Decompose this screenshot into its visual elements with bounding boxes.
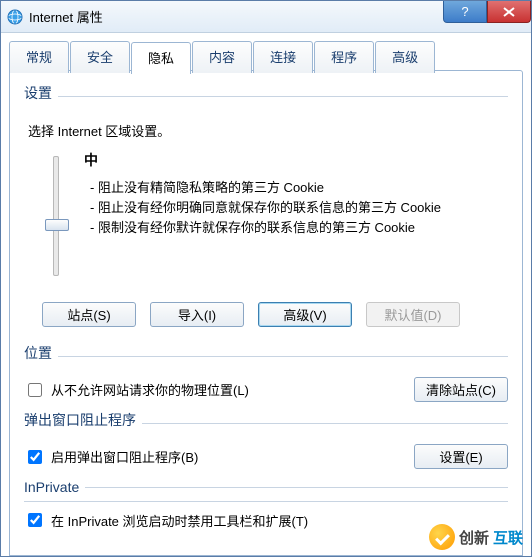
- enable-popup-blocker-checkbox[interactable]: [28, 450, 42, 464]
- location-heading: 位置: [24, 343, 52, 363]
- tab-general[interactable]: 常规: [9, 41, 69, 73]
- watermark-text-1: 创新: [459, 527, 489, 548]
- popup-settings-button[interactable]: 设置(E): [414, 444, 508, 469]
- tab-strip: 常规 安全 隐私 内容 连接 程序 高级: [9, 41, 523, 73]
- enable-popup-blocker-label[interactable]: 启用弹出窗口阻止程序(B): [24, 447, 198, 467]
- privacy-level-label: 中: [84, 150, 508, 170]
- slider-track: [53, 156, 59, 276]
- tab-advanced[interactable]: 高级: [375, 41, 435, 73]
- settings-button-row: 站点(S) 导入(I) 高级(V) 默认值(D): [42, 302, 508, 327]
- watermark: 创新互联: [429, 524, 523, 550]
- slider-thumb[interactable]: [45, 219, 69, 231]
- clear-sites-button[interactable]: 清除站点(C): [414, 377, 508, 402]
- never-allow-location-checkbox[interactable]: [28, 383, 42, 397]
- settings-section-head: 设置: [24, 83, 508, 109]
- privacy-level-slider[interactable]: [44, 150, 68, 276]
- divider: [142, 423, 508, 424]
- bullet-item: - 阻止没有精简隐私策略的第三方 Cookie: [90, 178, 508, 198]
- divider: [85, 487, 508, 488]
- inprivate-disable-toolbars-text: 在 InPrivate 浏览启动时禁用工具栏和扩展(T): [51, 511, 308, 530]
- privacy-level-description: 中 - 阻止没有精简隐私策略的第三方 Cookie - 阻止没有经你明确同意就保…: [90, 150, 508, 238]
- never-allow-location-label[interactable]: 从不允许网站请求你的物理位置(L): [24, 380, 249, 400]
- watermark-check-icon: [429, 524, 455, 550]
- bullet-item: - 阻止没有经你明确同意就保存你的联系信息的第三方 Cookie: [90, 198, 508, 218]
- import-button[interactable]: 导入(I): [150, 302, 244, 327]
- enable-popup-blocker-text: 启用弹出窗口阻止程序(B): [51, 447, 198, 466]
- help-button[interactable]: ?: [443, 1, 487, 23]
- location-row: 从不允许网站请求你的物理位置(L) 清除站点(C): [24, 377, 508, 402]
- advanced-button[interactable]: 高级(V): [258, 302, 352, 327]
- inprivate-disable-toolbars-checkbox[interactable]: [28, 513, 42, 527]
- never-allow-location-text: 从不允许网站请求你的物理位置(L): [51, 380, 249, 399]
- client-area: 常规 安全 隐私 内容 连接 程序 高级 设置 选择 Internet 区域设置…: [9, 41, 523, 556]
- inprivate-heading: InPrivate: [24, 479, 79, 495]
- window-title: Internet 属性: [29, 7, 103, 26]
- location-section-head: 位置: [24, 343, 508, 369]
- watermark-text-2: 互联: [493, 527, 523, 548]
- sites-button[interactable]: 站点(S): [42, 302, 136, 327]
- internet-globe-icon: [7, 9, 23, 25]
- tab-programs[interactable]: 程序: [314, 41, 374, 73]
- titlebar: Internet 属性 ?: [1, 1, 531, 33]
- zone-select-label: 选择 Internet 区域设置。: [28, 121, 508, 140]
- bullet-item: - 限制没有经你默许就保存你的联系信息的第三方 Cookie: [90, 218, 508, 238]
- popup-heading: 弹出窗口阻止程序: [24, 410, 136, 430]
- inprivate-section-head: InPrivate: [24, 479, 508, 495]
- popup-section-head: 弹出窗口阻止程序: [24, 410, 508, 436]
- tab-privacy[interactable]: 隐私: [131, 42, 191, 74]
- default-button: 默认值(D): [366, 302, 460, 327]
- window-buttons: ?: [443, 1, 531, 23]
- popup-row: 启用弹出窗口阻止程序(B) 设置(E): [24, 444, 508, 469]
- privacy-slider-area: 中 - 阻止没有精简隐私策略的第三方 Cookie - 阻止没有经你明确同意就保…: [44, 150, 508, 276]
- divider: [58, 96, 508, 97]
- tab-panel-privacy: 设置 选择 Internet 区域设置。 中 - 阻止没有精简隐私策略的第三方 …: [9, 70, 523, 556]
- divider: [58, 356, 508, 357]
- tab-content[interactable]: 内容: [192, 41, 252, 73]
- dialog-window: Internet 属性 ? 常规 安全 隐私 内容 连接 程序 高级 设置 选择…: [0, 0, 532, 557]
- settings-heading: 设置: [24, 83, 52, 103]
- privacy-bullets: - 阻止没有精简隐私策略的第三方 Cookie - 阻止没有经你明确同意就保存你…: [90, 178, 508, 238]
- close-button[interactable]: [487, 1, 531, 23]
- tab-connections[interactable]: 连接: [253, 41, 313, 73]
- inprivate-underline: [24, 501, 508, 502]
- tab-security[interactable]: 安全: [70, 41, 130, 73]
